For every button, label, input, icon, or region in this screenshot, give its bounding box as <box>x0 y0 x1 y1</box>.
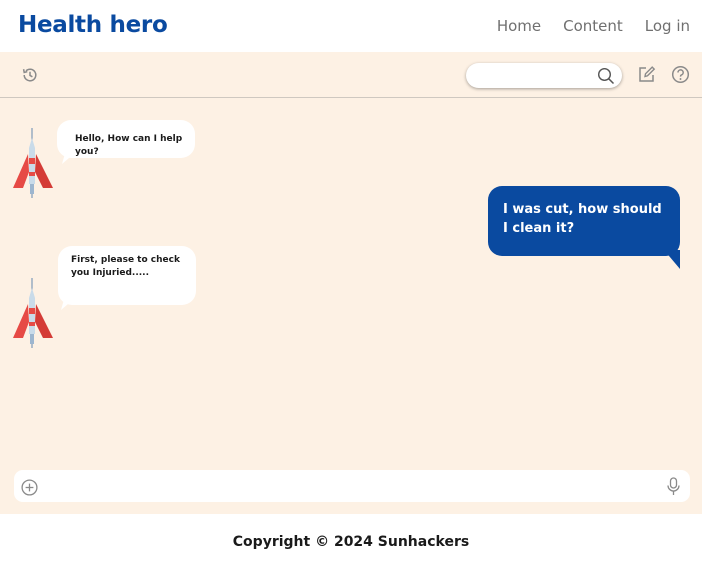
message-input[interactable] <box>50 476 660 496</box>
user-bubble-tail <box>664 250 680 269</box>
bot-rocket-avatar <box>13 278 53 348</box>
search-icon[interactable] <box>597 67 615 85</box>
bot-message: First, please to check you Injuried..... <box>58 246 196 305</box>
help-icon[interactable] <box>671 65 690 84</box>
search-input[interactable] <box>476 66 594 85</box>
main-nav: Home Content Log in <box>497 17 690 35</box>
user-message: I was cut, how should I clean it? <box>488 186 680 256</box>
nav-home[interactable]: Home <box>497 17 541 35</box>
nav-content[interactable]: Content <box>563 17 623 35</box>
message-composer <box>14 470 690 502</box>
chat-toolbar <box>0 52 702 98</box>
copyright-text: Copyright © 2024 Sunhackers <box>232 534 470 550</box>
page-footer: Copyright © 2024 Sunhackers <box>0 514 702 573</box>
app-page: Health hero Home Content Log in Hello, H… <box>0 0 702 573</box>
chat-panel: Hello, How can I help you? I was cut, ho… <box>0 52 702 514</box>
history-icon[interactable] <box>21 66 39 84</box>
search-box <box>466 63 622 88</box>
nav-login[interactable]: Log in <box>645 17 690 35</box>
logo[interactable]: Health hero <box>18 12 168 38</box>
bot-rocket-avatar <box>13 128 53 198</box>
top-header: Health hero Home Content Log in <box>0 0 702 52</box>
add-icon[interactable] <box>21 479 38 496</box>
microphone-icon[interactable] <box>667 477 680 496</box>
edit-icon[interactable] <box>637 65 656 84</box>
bot-message: Hello, How can I help you? <box>57 120 195 158</box>
